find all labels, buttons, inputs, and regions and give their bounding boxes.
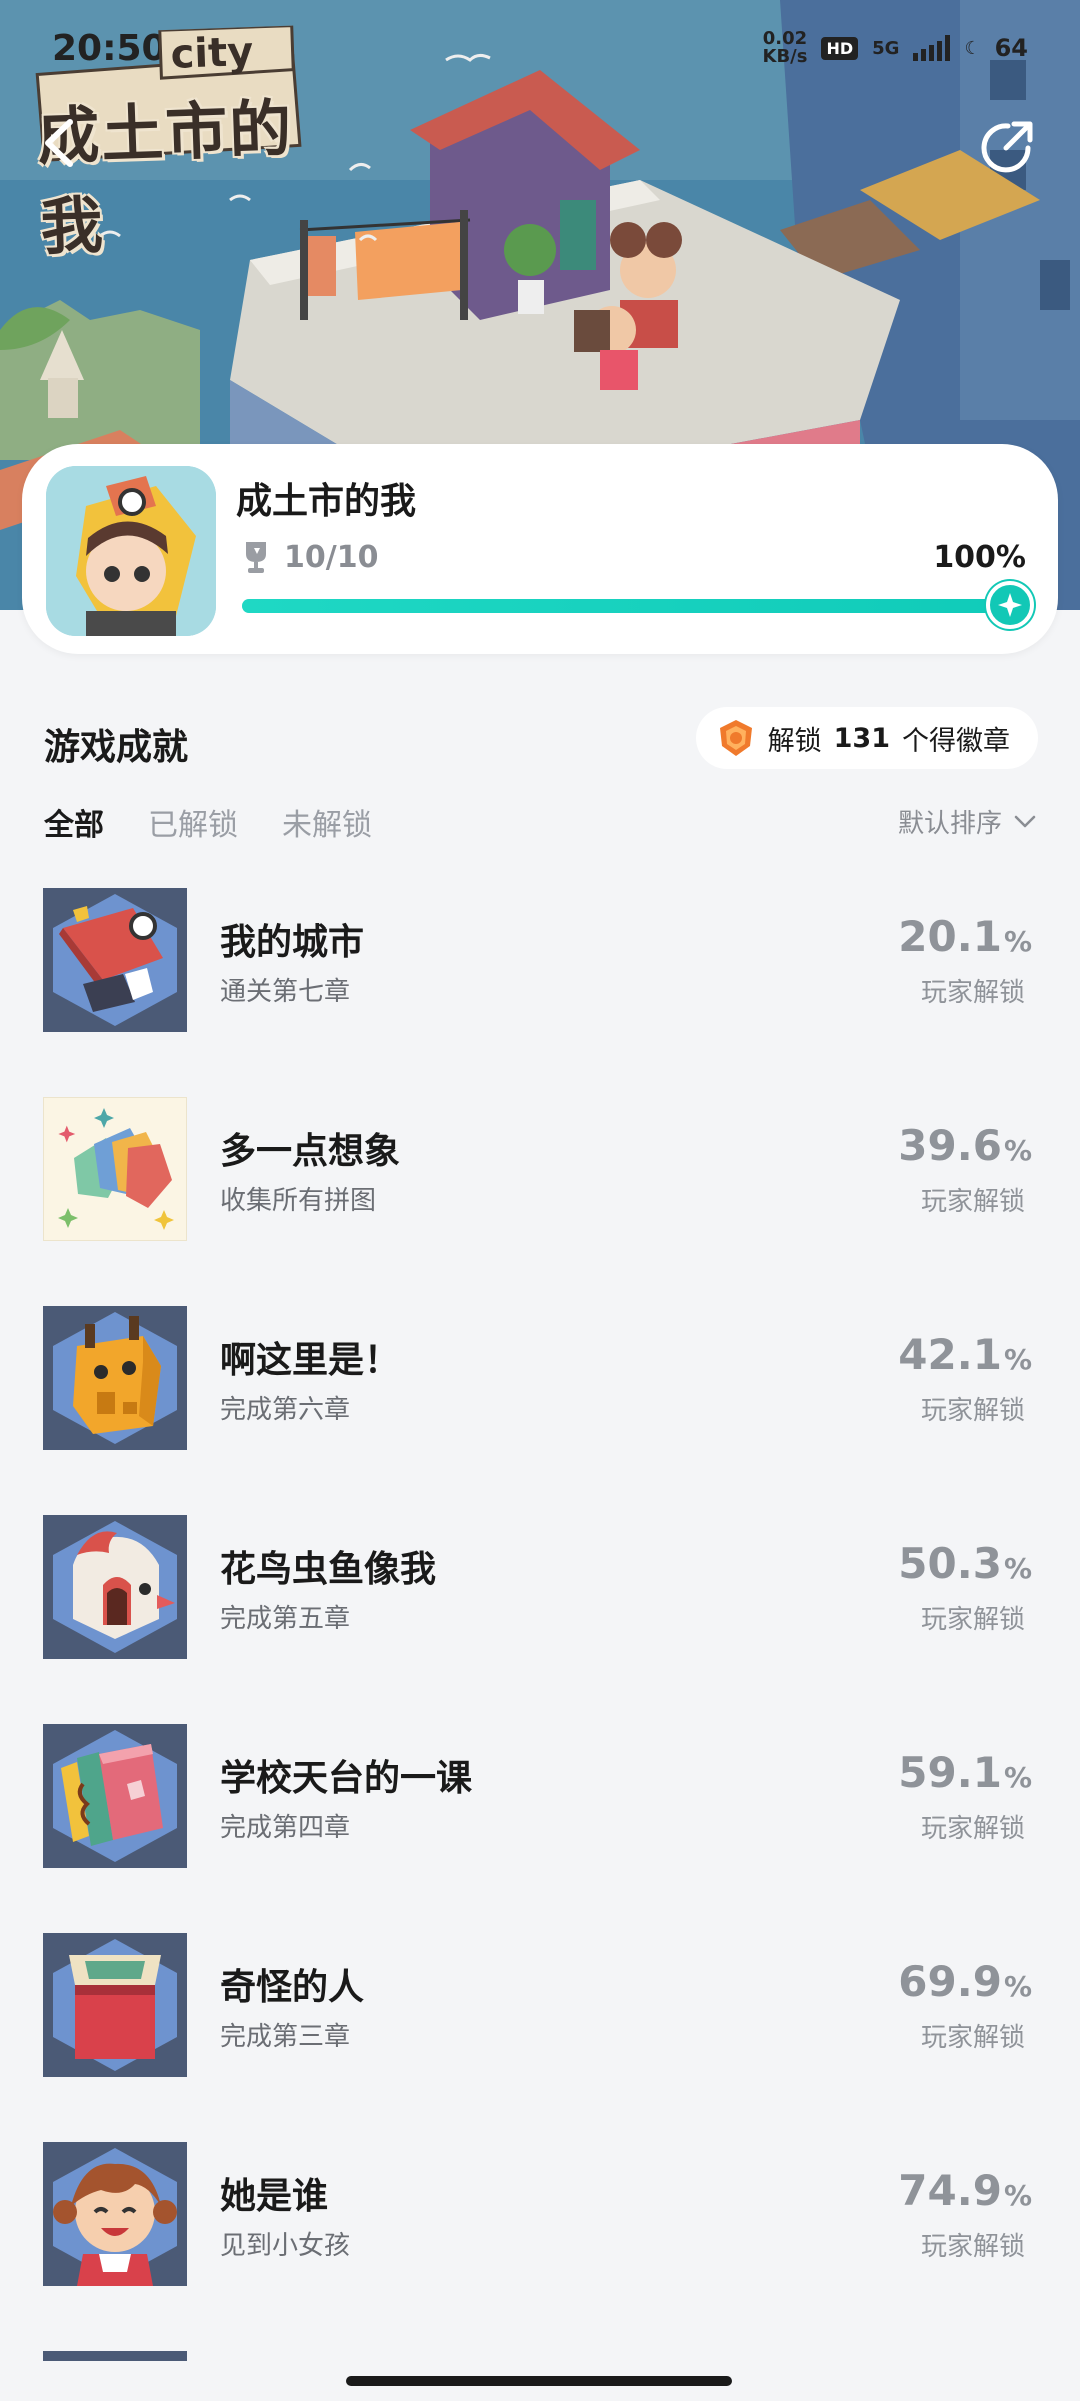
badge-shield-icon [719,720,752,756]
network-type: 5G [872,37,900,59]
home-indicator[interactable] [346,2376,732,2386]
achievement-rate-label: 玩家解锁 [920,2023,1025,2053]
achievement-rate-label: 玩家解锁 [920,1396,1025,1426]
badge-suffix: 个得徽章 [902,725,1010,757]
red-hat-character-icon [43,888,187,1032]
giraffe-block-icon [43,1306,187,1450]
filter-tabs: 全部 已解锁 未解锁 [44,800,372,844]
achievement-item[interactable]: 花鸟虫鱼像我 完成第五章 50.3% 玩家解锁 [0,1515,1080,1724]
rate-percent-sign: % [1003,925,1032,958]
achievement-rate-label: 玩家解锁 [920,1814,1025,1844]
achievement-rate: 50.3% [898,1539,1032,1588]
achievement-progress-count: 10/10 [284,540,379,575]
achievement-rate-label: 玩家解锁 [920,1187,1025,1217]
achievement-rate-label: 玩家解锁 [920,978,1025,1008]
sort-label: 默认排序 [897,809,1002,839]
achievement-item[interactable]: 我的城市 通关第七章 20.1% 玩家解锁 [0,888,1080,1097]
achievement-desc: 见到小女孩 [220,2231,351,2261]
rate-percent-sign: % [1003,1970,1032,2003]
section-title: 游戏成就 [44,727,189,768]
achievement-name: 她是谁 [220,2176,329,2217]
achievement-rate: 42.1% [898,1330,1032,1379]
achievement-desc: 收集所有拼图 [220,1186,377,1216]
achievement-desc: 完成第四章 [220,1813,351,1843]
badge-prefix: 解锁 [767,725,822,757]
girl-face-icon [43,2142,187,2286]
achievement-rate: 39.6% [898,1121,1032,1170]
tab-locked[interactable]: 未解锁 [282,800,372,844]
rate-percent-sign: % [1003,1761,1032,1794]
achievement-item[interactable]: 多一点想象 收集所有拼图 39.6% 玩家解锁 [0,1097,1080,1306]
progress-star-icon [986,581,1034,629]
rate-value: 50.3 [898,1539,1002,1588]
back-button[interactable] [42,118,98,174]
achievement-name: 花鸟虫鱼像我 [220,1549,437,1590]
game-name: 成土市的我 [236,481,417,522]
rate-value: 42.1 [898,1330,1002,1379]
achievement-name: 学校天台的一课 [220,1758,473,1799]
rate-percent-sign: % [1003,1552,1032,1585]
badge-unlock-pill[interactable]: 解锁 131 个得徽章 [695,707,1038,769]
achievement-item[interactable]: 奇怪的人 完成第三章 69.9% 玩家解锁 [0,1933,1080,2142]
red-box-icon [43,1933,187,2077]
books-icon [43,1724,187,1868]
achievement-name: 啊这里是！ [220,1340,401,1381]
bird-block-icon [43,1515,187,1659]
achievement-item[interactable]: 学校天台的一课 完成第四章 59.1% 玩家解锁 [0,1724,1080,1933]
achievement-desc: 完成第三章 [220,2022,351,2052]
rate-value: 74.9 [898,2166,1002,2215]
trophy-icon [246,542,266,573]
rate-value: 20.1 [898,912,1002,961]
hd-icon: HD [821,36,859,60]
sort-dropdown[interactable]: 默认排序 [898,803,1036,840]
progress-bar [242,581,1034,629]
achievement-desc: 完成第五章 [220,1604,351,1634]
logo-city-text: city [169,28,255,78]
network-speed-unit: KB/s [762,46,808,67]
moon-icon: ☾ [964,37,981,59]
achievement-name: 奇怪的人 [220,1967,365,2008]
rate-value: 59.1 [898,1748,1002,1797]
achievement-progress-percent: 100% [933,540,1026,575]
progress-bar-fill [242,599,1012,613]
rate-value: 69.9 [898,1957,1002,2006]
rate-value: 39.6 [898,1121,1002,1170]
status-icons: 0.02 KB/s HD 5G ☾ 64 [763,30,1029,66]
achievement-rate: 59.1% [898,1748,1032,1797]
achievement-rate: 74.9% [898,2166,1032,2215]
tab-all[interactable]: 全部 [44,800,104,844]
achievement-item-partial [43,2351,187,2361]
achievement-name: 多一点想象 [220,1131,401,1172]
achievement-item[interactable]: 她是谁 见到小女孩 74.9% 玩家解锁 [0,2142,1080,2351]
share-icon [981,121,1033,173]
achievement-rate: 20.1% [898,912,1032,961]
badge-count: 131 [833,722,890,754]
achievement-rate-label: 玩家解锁 [920,2232,1025,2262]
battery-level: 64 [994,34,1028,62]
achievement-rate-label: 玩家解锁 [920,1605,1025,1635]
rate-percent-sign: % [1003,2179,1032,2212]
achievement-rate: 69.9% [898,1957,1032,2006]
chevron-down-icon [1014,815,1036,827]
network-speed: 0.02 KB/s [763,30,808,66]
share-button[interactable] [978,118,1042,182]
achievement-list: 我的城市 通关第七章 20.1% 玩家解锁 多一点想象 收集所有拼图 39.6%… [0,888,1080,2351]
chevron-left-icon [45,119,73,167]
game-progress-card[interactable]: 成土市的我 10/10 100% [22,444,1058,654]
rate-percent-sign: % [1003,1134,1032,1167]
achievement-name: 我的城市 [220,922,365,963]
signal-icon [913,35,951,61]
achievement-desc: 完成第六章 [220,1395,351,1425]
achievement-item[interactable]: 啊这里是！ 完成第六章 42.1% 玩家解锁 [0,1306,1080,1515]
rate-percent-sign: % [1003,1343,1032,1376]
achievement-desc: 通关第七章 [220,977,351,1007]
puzzle-blocks-icon [43,1097,187,1241]
game-icon [46,466,216,636]
tab-unlocked[interactable]: 已解锁 [148,800,238,844]
